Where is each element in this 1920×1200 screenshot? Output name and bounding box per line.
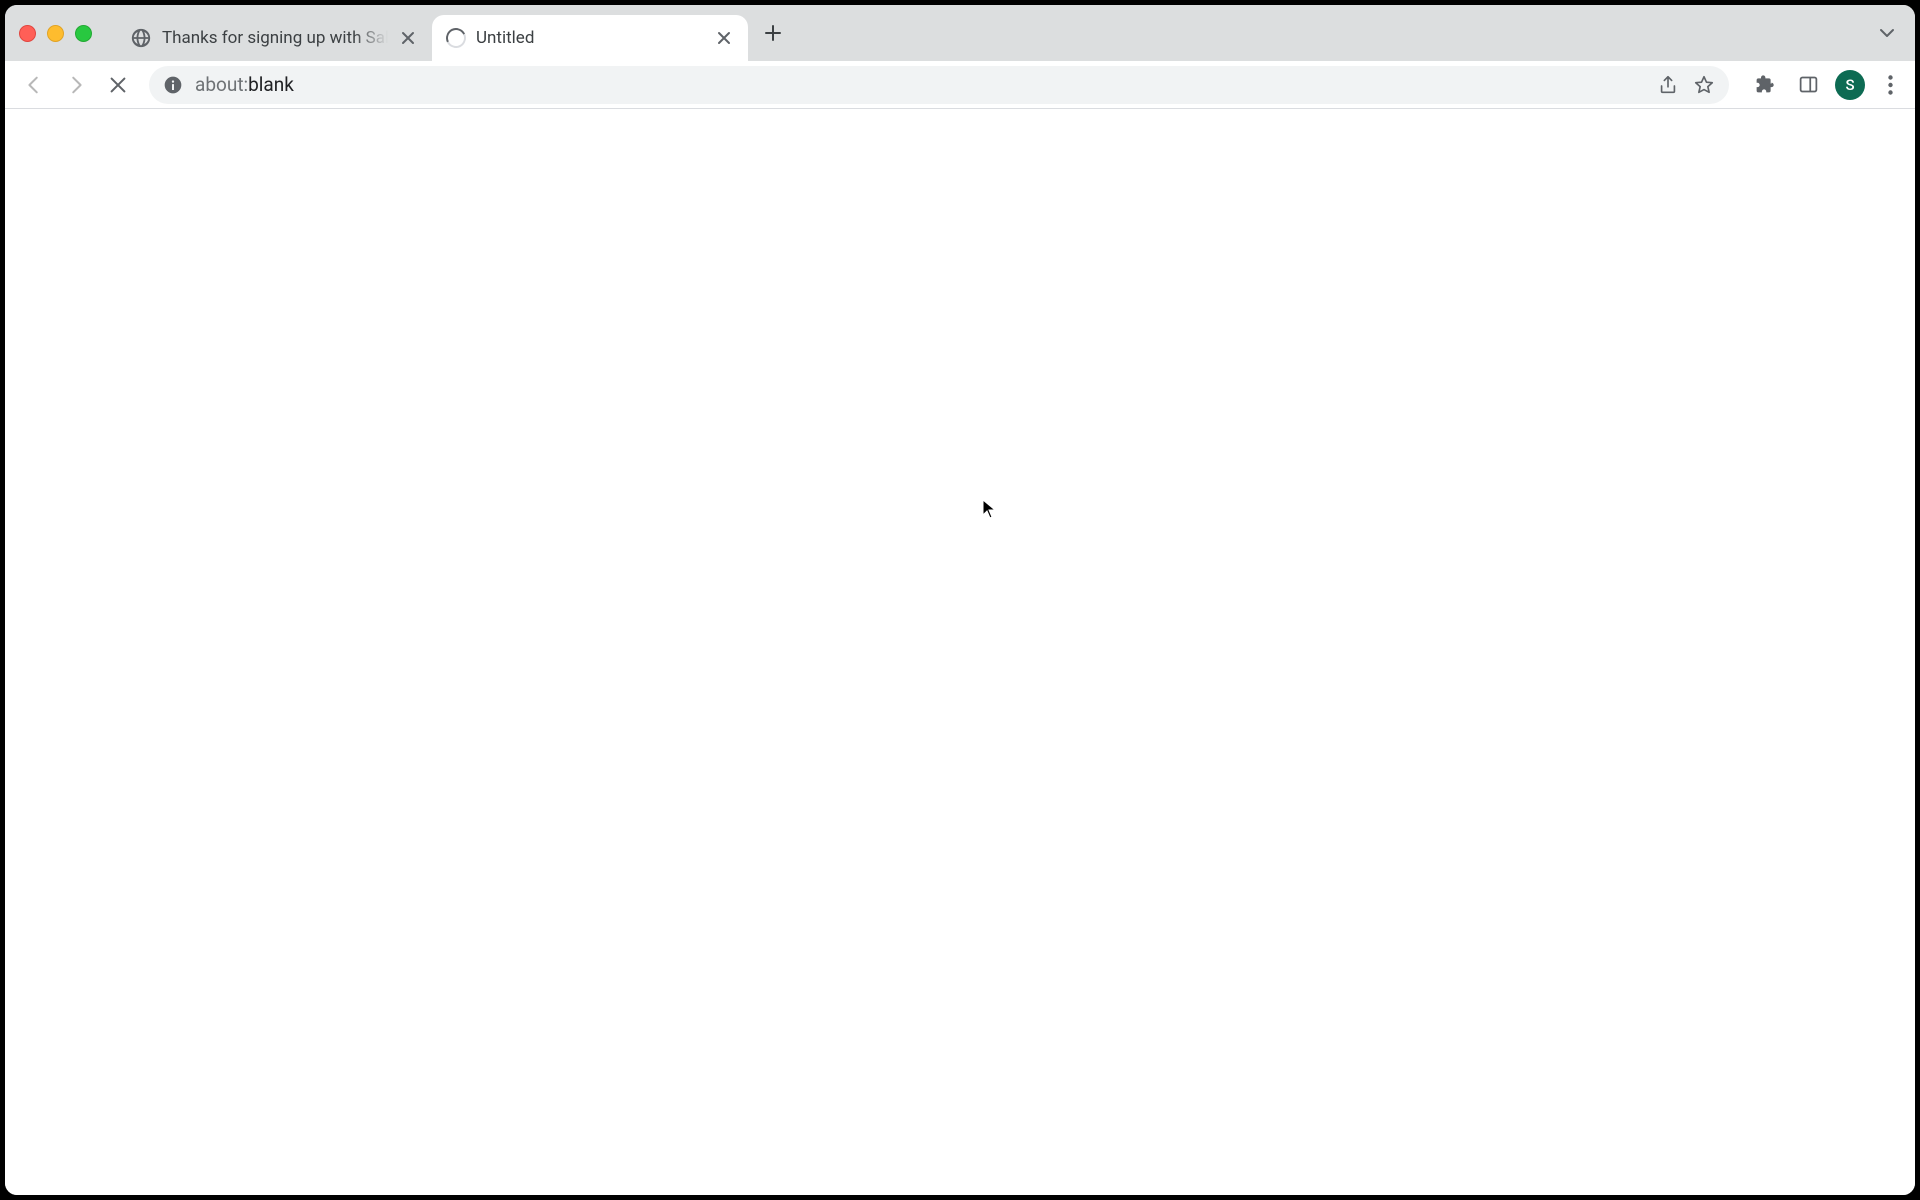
- globe-icon: [130, 27, 152, 49]
- extensions-icon[interactable]: [1747, 68, 1781, 102]
- bookmark-star-icon[interactable]: [1693, 74, 1715, 96]
- browser-window: Thanks for signing up with Salesforce Un…: [5, 5, 1915, 1195]
- tab-close-button[interactable]: [398, 28, 418, 48]
- tabbar-right: [1871, 17, 1903, 49]
- mouse-cursor-icon: [982, 499, 996, 519]
- site-info-icon[interactable]: [163, 75, 183, 95]
- new-tab-button[interactable]: [754, 14, 792, 52]
- profile-initial: S: [1845, 76, 1854, 94]
- tab-bar: Thanks for signing up with Salesforce Un…: [5, 5, 1915, 61]
- window-controls: [19, 25, 92, 42]
- profile-avatar[interactable]: S: [1835, 70, 1865, 100]
- tab-active[interactable]: Untitled: [432, 15, 748, 61]
- page-viewport: [5, 109, 1915, 1195]
- tab-inactive[interactable]: Thanks for signing up with Salesforce: [116, 15, 432, 61]
- loading-spinner-icon: [443, 25, 469, 51]
- url-text: about:blank: [195, 73, 1645, 96]
- window-minimize-button[interactable]: [47, 25, 64, 42]
- toolbar: about:blank S: [5, 61, 1915, 109]
- window-close-button[interactable]: [19, 25, 36, 42]
- tab-close-button[interactable]: [714, 28, 734, 48]
- tabs-container: Thanks for signing up with Salesforce Un…: [116, 5, 748, 61]
- back-button[interactable]: [15, 66, 53, 104]
- url-scheme: about:: [195, 73, 248, 96]
- url-path: blank: [248, 73, 294, 96]
- tab-title: Thanks for signing up with Salesforce: [162, 28, 388, 48]
- share-icon[interactable]: [1657, 74, 1679, 96]
- omnibox-actions: [1657, 74, 1715, 96]
- side-panel-icon[interactable]: [1791, 68, 1825, 102]
- toolbar-right: S: [1741, 68, 1905, 102]
- tab-list-dropdown[interactable]: [1871, 17, 1903, 49]
- window-maximize-button[interactable]: [75, 25, 92, 42]
- address-bar[interactable]: about:blank: [149, 66, 1729, 104]
- browser-menu-button[interactable]: [1875, 68, 1905, 102]
- forward-button[interactable]: [57, 66, 95, 104]
- tab-title: Untitled: [476, 28, 704, 48]
- stop-reload-button[interactable]: [99, 66, 137, 104]
